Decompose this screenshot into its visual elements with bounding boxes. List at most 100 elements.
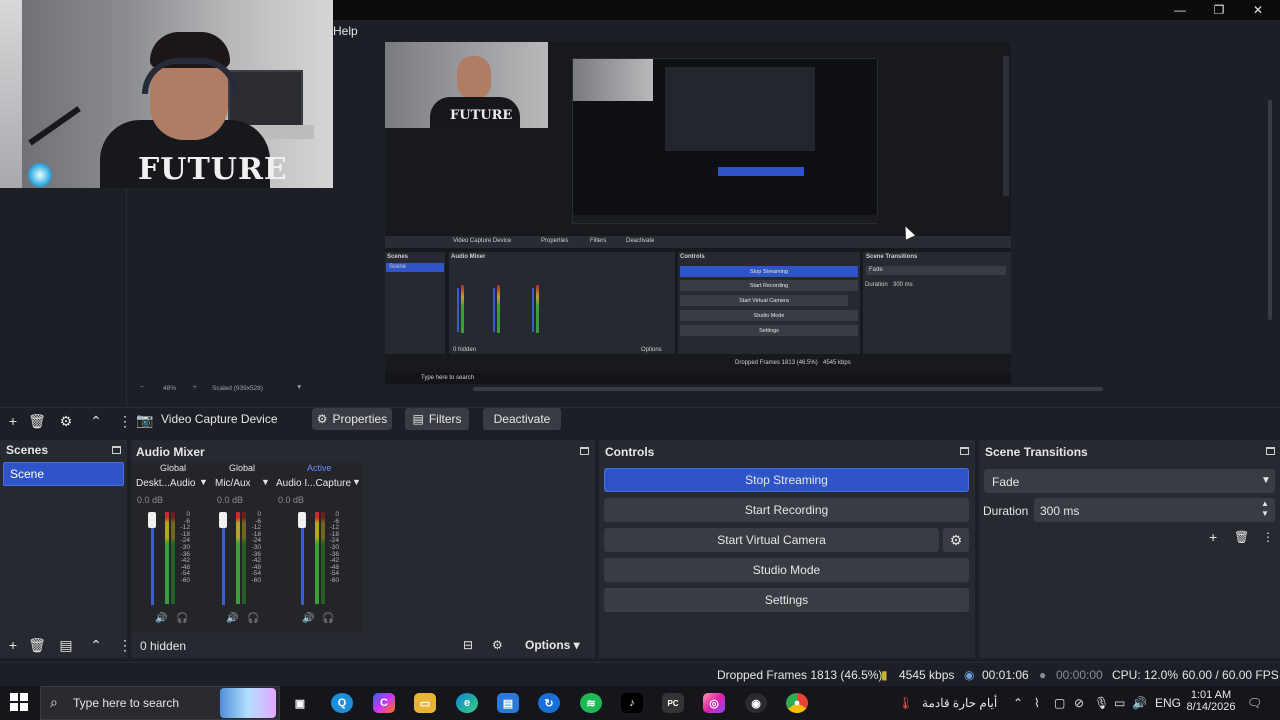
- chrome-icon[interactable]: ●: [786, 693, 808, 713]
- transition-more-icon[interactable]: ⋮: [1262, 530, 1274, 544]
- move-up-icon[interactable]: ⌃: [86, 411, 106, 431]
- remove-transition-icon[interactable]: 🗑: [1234, 530, 1249, 544]
- close-button[interactable]: ✕: [1238, 0, 1278, 20]
- mixer-options-button[interactable]: Options ▾: [525, 638, 580, 652]
- stop-streaming-button[interactable]: Stop Streaming: [604, 468, 969, 492]
- studio-mode-button[interactable]: Studio Mode: [604, 558, 969, 582]
- scenes-popout-icon[interactable]: [112, 446, 121, 454]
- zoom-in-button[interactable]: +: [193, 384, 197, 391]
- nested-properties: Properties: [541, 238, 569, 244]
- channel-3-fader-track[interactable]: [301, 515, 304, 605]
- copilot-icon[interactable]: C: [373, 693, 395, 713]
- tray-app-icon[interactable]: ▢: [1054, 696, 1065, 710]
- channel-3-volume-icon[interactable]: 🔊: [302, 613, 314, 624]
- app-circle-icon[interactable]: ↻: [538, 693, 560, 713]
- network-icon[interactable]: ⌇: [1034, 696, 1040, 710]
- obs-window: — ❐ ✕ Help FUTURE Video Capture Device P…: [0, 0, 1280, 720]
- zoom-out-button[interactable]: −: [140, 384, 144, 391]
- horizontal-scrollbar[interactable]: [473, 387, 1103, 391]
- task-view-icon[interactable]: ▣: [289, 693, 311, 713]
- nested-fade-label: Fade: [869, 267, 883, 273]
- minimize-button[interactable]: —: [1160, 0, 1200, 20]
- transitions-popout-icon[interactable]: [1266, 447, 1275, 455]
- notifications-icon[interactable]: 🗨: [1247, 696, 1262, 710]
- controls-popout-icon[interactable]: [960, 447, 969, 455]
- scene-up-icon[interactable]: ⌃: [86, 635, 106, 655]
- channel-1-scale: 0 -6 -12 -18 -24 -30 -36 -42 -48 -54 -60: [176, 511, 190, 585]
- webcam-shirt-text: FUTURE: [138, 152, 288, 187]
- edge-icon[interactable]: e: [456, 693, 478, 713]
- scene-filters-icon[interactable]: ▤: [56, 635, 76, 655]
- search-app-icon[interactable]: Q: [331, 693, 353, 713]
- start-recording-button[interactable]: Start Recording: [604, 498, 969, 522]
- channel-1-dropdown-icon[interactable]: ▼: [199, 477, 208, 487]
- battery-icon[interactable]: ▭: [1114, 696, 1125, 710]
- channel-3-dropdown-icon[interactable]: ▼: [352, 477, 361, 487]
- obs-icon[interactable]: ◉: [745, 693, 767, 713]
- scene-item[interactable]: Scene: [3, 462, 124, 486]
- language-indicator[interactable]: ENG: [1155, 696, 1181, 710]
- settings-button[interactable]: Settings: [604, 588, 969, 612]
- channel-2-fader-knob[interactable]: [219, 512, 227, 528]
- start-virtual-camera-button[interactable]: Start Virtual Camera: [604, 528, 939, 552]
- channel-2-fader-track[interactable]: [222, 515, 225, 605]
- menu-item-help[interactable]: Help: [333, 24, 358, 38]
- deactivate-button[interactable]: Deactivate: [483, 408, 561, 430]
- store-icon[interactable]: ▤: [497, 693, 519, 713]
- chevron-down-icon: ▾: [573, 638, 580, 652]
- maximize-button[interactable]: ❐: [1199, 0, 1239, 20]
- scenes-title: Scenes: [6, 443, 49, 457]
- remove-source-icon[interactable]: 🗑: [27, 411, 47, 431]
- tray-clock[interactable]: 1:01 AM 8/14/2026: [1183, 689, 1239, 713]
- remove-scene-icon[interactable]: 🗑: [27, 635, 47, 655]
- channel-2-dropdown-icon[interactable]: ▼: [261, 477, 270, 487]
- zoom-dropdown-icon[interactable]: ▼: [296, 384, 302, 391]
- mixer-advanced-icon[interactable]: ⚙: [492, 638, 503, 652]
- filters-button[interactable]: ▤ Filters: [405, 408, 469, 430]
- add-scene-icon[interactable]: +: [3, 635, 23, 655]
- transition-select[interactable]: [984, 469, 1275, 493]
- cmd-icon[interactable]: PC: [662, 693, 684, 713]
- nested-start-recording: Start Recording: [680, 280, 858, 291]
- tiktok-icon[interactable]: ♪: [621, 693, 643, 713]
- instagram-icon[interactable]: ◎: [703, 693, 725, 713]
- add-transition-icon[interactable]: +: [1209, 529, 1217, 545]
- nested-duration-label: Duration: [865, 282, 888, 288]
- channel-1-volume-icon[interactable]: 🔊: [155, 613, 167, 624]
- nested-mixer-dock: [449, 252, 675, 354]
- mixer-layout-icon[interactable]: ⊟: [463, 638, 473, 652]
- spotify-icon[interactable]: ≋: [580, 693, 602, 713]
- channel-3-monitor-icon[interactable]: 🎧: [322, 613, 334, 624]
- bitrate-icon: ▮: [881, 668, 888, 682]
- clock-date: 8/14/2026: [1186, 701, 1236, 713]
- mixer-popout-icon[interactable]: [580, 447, 589, 455]
- properties-button[interactable]: ⚙ Properties: [312, 408, 392, 430]
- source-name: Video Capture Device: [161, 412, 278, 426]
- nested-search: Type here to search: [421, 375, 475, 381]
- channel-2-monitor-icon[interactable]: 🎧: [247, 613, 259, 624]
- channel-1-fader-track[interactable]: [151, 515, 154, 605]
- source-settings-icon[interactable]: ⚙: [56, 411, 76, 431]
- file-explorer-icon[interactable]: ▭: [414, 693, 436, 713]
- tray-expand-icon[interactable]: ⌃: [1013, 696, 1023, 710]
- vertical-scrollbar[interactable]: [1268, 100, 1272, 320]
- more-options-icon[interactable]: ⋮: [115, 411, 135, 431]
- volume-icon[interactable]: 🔊: [1132, 696, 1147, 710]
- channel-2-tag: Global: [229, 463, 256, 473]
- channel-1-name: Deskt...Audio: [136, 478, 196, 489]
- add-source-icon[interactable]: +: [3, 411, 23, 431]
- dropped-frames: Dropped Frames 1813 (46.5%): [717, 668, 883, 682]
- channel-3-fader-knob[interactable]: [298, 512, 306, 528]
- channel-2-volume-icon[interactable]: 🔊: [226, 613, 238, 624]
- channel-1-fader-knob[interactable]: [148, 512, 156, 528]
- windows-start-icon[interactable]: [10, 693, 30, 713]
- virtual-camera-settings-icon[interactable]: ⚙: [943, 528, 969, 552]
- nested-options: Options: [641, 347, 662, 353]
- microphone-icon[interactable]: 🎙: [1094, 696, 1109, 710]
- filters-icon: ▤: [412, 412, 424, 426]
- transition-dropdown-icon[interactable]: ▼: [1261, 475, 1271, 486]
- duration-spinner-icon[interactable]: ▲ ▼: [1261, 499, 1269, 519]
- channel-1-monitor-icon[interactable]: 🎧: [176, 613, 188, 624]
- program-preview[interactable]: FUTURE Video Capture Device Properties F…: [385, 42, 1011, 384]
- tray-status-icon[interactable]: ⊘: [1074, 696, 1084, 710]
